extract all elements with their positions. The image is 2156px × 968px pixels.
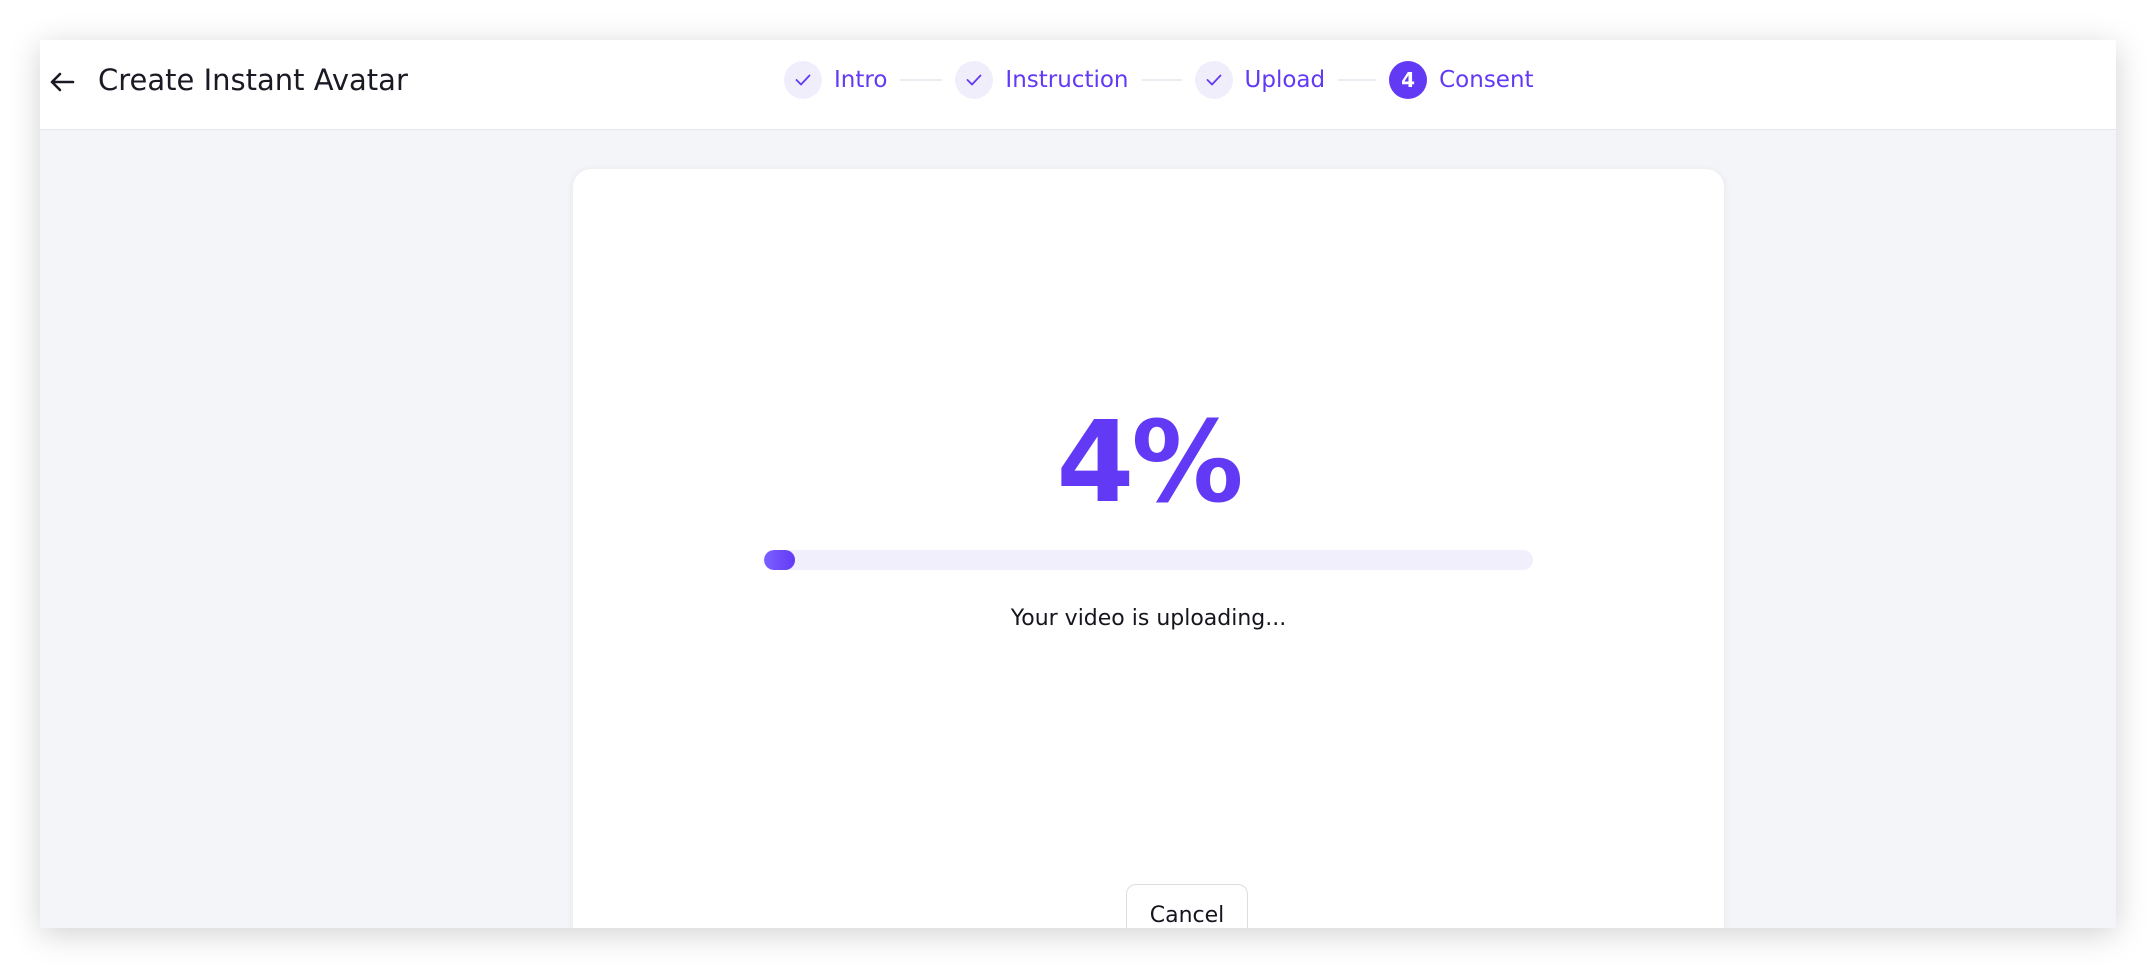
check-icon xyxy=(1206,74,1221,86)
step-connector xyxy=(900,79,943,81)
step-connector xyxy=(1338,79,1377,81)
step-instruction[interactable]: Instruction xyxy=(955,61,1129,99)
upload-percent: 4% xyxy=(1056,398,1243,528)
upload-card: 4% Your video is uploading... Cancel xyxy=(573,169,1724,928)
upload-status-text: Your video is uploading... xyxy=(1010,606,1287,631)
step-upload-label: Upload xyxy=(1244,67,1326,93)
upload-progress-fill xyxy=(764,550,795,570)
step-consent-label: Consent xyxy=(1439,67,1534,93)
step-consent[interactable]: 4 Consent xyxy=(1389,61,1534,99)
step-intro[interactable]: Intro xyxy=(784,61,887,99)
step-upload[interactable]: Upload xyxy=(1194,61,1326,99)
step-intro-label: Intro xyxy=(834,67,888,93)
cancel-button[interactable]: Cancel xyxy=(1126,884,1248,928)
check-icon xyxy=(967,74,982,86)
step-intro-circle xyxy=(784,61,822,99)
top-bar: Create Instant Avatar Intro Instruction xyxy=(40,40,2116,130)
app-window: Create Instant Avatar Intro Instruction xyxy=(40,40,2116,928)
check-icon xyxy=(795,74,811,86)
upload-progress-bar xyxy=(764,550,1533,570)
step-instruction-circle xyxy=(955,61,994,99)
step-connector xyxy=(1141,79,1182,81)
back-button[interactable] xyxy=(42,62,82,102)
page-title: Create Instant Avatar xyxy=(98,63,408,97)
step-consent-number: 4 xyxy=(1389,61,1428,99)
step-instruction-label: Instruction xyxy=(1005,67,1129,93)
stepper: Intro Instruction Upload 4 Consent xyxy=(784,58,1534,102)
arrow-left-icon xyxy=(50,72,75,92)
step-upload-circle xyxy=(1194,61,1233,99)
